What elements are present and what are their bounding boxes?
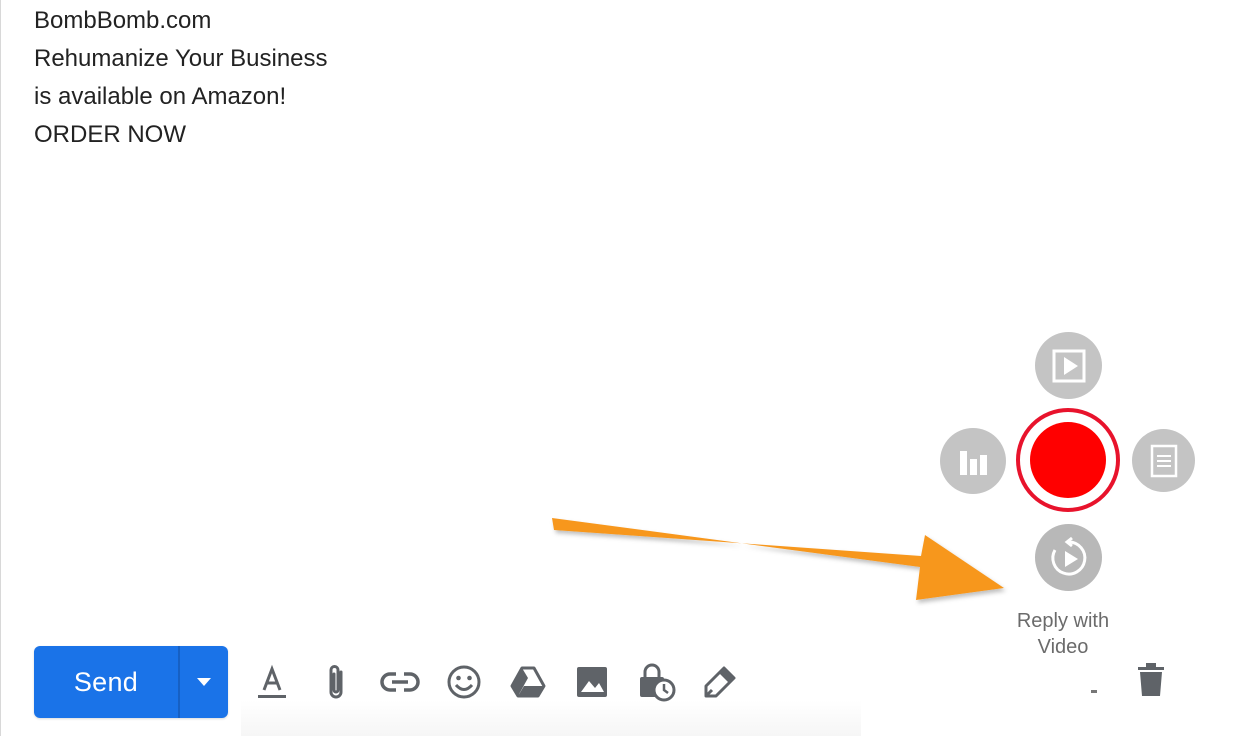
record-video-button[interactable] bbox=[1016, 408, 1120, 512]
insert-emoji-button[interactable] bbox=[442, 660, 486, 704]
attach-file-icon bbox=[329, 665, 343, 699]
document-button[interactable] bbox=[1132, 429, 1195, 492]
google-drive-button[interactable] bbox=[506, 660, 550, 704]
analytics-button[interactable] bbox=[940, 428, 1006, 494]
signature-pen-icon bbox=[704, 666, 736, 698]
insert-link-button[interactable] bbox=[378, 660, 422, 704]
insert-signature-button[interactable] bbox=[698, 660, 742, 704]
more-send-options-button[interactable] bbox=[180, 646, 228, 718]
formatting-options-button[interactable] bbox=[250, 660, 294, 704]
insert-emoji-icon bbox=[447, 665, 481, 699]
signature-line-tagline: Rehumanize Your Business bbox=[34, 45, 328, 72]
play-video-icon bbox=[1052, 349, 1085, 382]
insert-photo-button[interactable] bbox=[570, 660, 614, 704]
attach-file-button[interactable] bbox=[314, 660, 358, 704]
discard-draft-button[interactable] bbox=[1129, 658, 1173, 702]
insert-photo-icon bbox=[577, 667, 607, 697]
record-dot bbox=[1030, 422, 1106, 498]
replay-video-icon bbox=[1050, 536, 1086, 575]
trash-icon bbox=[1138, 663, 1164, 696]
reply-caret bbox=[1091, 690, 1097, 693]
caret-down-icon bbox=[197, 678, 211, 686]
reply-with-video-label[interactable]: Reply with Video bbox=[1013, 608, 1113, 660]
compose-window: BombBomb.com Rehumanize Your Business is… bbox=[0, 0, 1242, 736]
analytics-bars-icon bbox=[960, 451, 987, 475]
signature-line-website: BombBomb.com bbox=[34, 7, 212, 34]
insert-link-icon bbox=[380, 672, 420, 692]
confidential-mode-icon bbox=[640, 663, 676, 702]
confidential-mode-button[interactable] bbox=[634, 660, 678, 704]
reply-with-video-button[interactable] bbox=[1035, 524, 1102, 591]
google-drive-icon bbox=[510, 666, 546, 698]
formatting-options-icon bbox=[258, 664, 286, 698]
email-signature: BombBomb.com Rehumanize Your Business is… bbox=[34, 2, 328, 154]
send-button-group: Send bbox=[34, 646, 228, 718]
signature-line-availability: is available on Amazon! bbox=[34, 83, 287, 110]
toolbar-fade bbox=[241, 700, 861, 736]
document-icon bbox=[1150, 444, 1177, 477]
send-button[interactable]: Send bbox=[34, 646, 178, 718]
play-video-button[interactable] bbox=[1035, 332, 1102, 399]
signature-line-cta: ORDER NOW bbox=[34, 121, 186, 148]
